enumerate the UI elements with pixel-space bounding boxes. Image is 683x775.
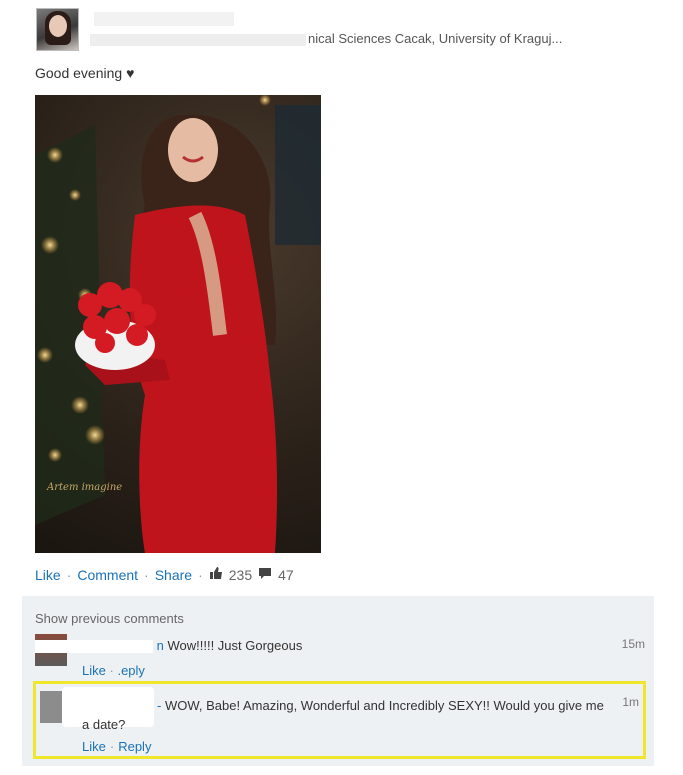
author-avatar[interactable] xyxy=(36,8,79,51)
show-previous-comments-link[interactable]: Show previous comments xyxy=(35,611,184,626)
post-actions: Like · Comment · Share · 235 47 xyxy=(35,566,294,583)
likes-count: 235 xyxy=(228,566,253,583)
comment-like-link[interactable]: Like xyxy=(82,739,106,754)
share-link[interactable]: Share xyxy=(155,567,192,583)
comment-time: 15m xyxy=(621,637,645,651)
commenter-name-tail[interactable]: - xyxy=(157,698,161,713)
comments-count: 47 xyxy=(278,566,294,583)
comment-body: n Wow!!!!! Just Gorgeous xyxy=(35,638,303,654)
post-text: Good evening ♥ xyxy=(35,65,135,81)
comment-actions: Like · Reply xyxy=(82,739,151,754)
comment-link[interactable]: Comment xyxy=(77,567,138,583)
separator: · xyxy=(144,566,149,583)
author-name-redacted xyxy=(94,12,234,26)
comment-like-link[interactable]: Like xyxy=(82,663,106,678)
separator: · xyxy=(198,566,203,583)
post-photo[interactable]: Artem imagine xyxy=(35,95,321,553)
comment-time: 1m xyxy=(622,695,639,709)
comment-text: WOW, Babe! Amazing, Wonderful and Incred… xyxy=(82,698,604,732)
like-link[interactable]: Like xyxy=(35,567,61,583)
commenter-name-tail[interactable]: n xyxy=(157,638,164,653)
photo-watermark: Artem imagine xyxy=(47,482,123,493)
thumbs-up-icon xyxy=(209,566,223,583)
comment-bubble-icon xyxy=(258,567,272,583)
comment-text-block: - WOW, Babe! Amazing, Wonderful and Incr… xyxy=(82,696,612,734)
separator: · xyxy=(109,663,114,678)
comment-reply-link[interactable]: Reply xyxy=(118,739,151,754)
separator: · xyxy=(109,739,115,754)
comment-text: Wow!!!!! Just Gorgeous xyxy=(167,638,303,653)
separator: · xyxy=(66,566,72,583)
commenter-name-redacted xyxy=(35,640,153,654)
highlighted-comment: - WOW, Babe! Amazing, Wonderful and Incr… xyxy=(33,681,646,759)
author-headline: nical Sciences Cacak, University of Krag… xyxy=(90,31,562,46)
comment-reply-link[interactable]: .eply xyxy=(117,663,144,678)
comment-actions: Like · .eply xyxy=(82,663,145,678)
